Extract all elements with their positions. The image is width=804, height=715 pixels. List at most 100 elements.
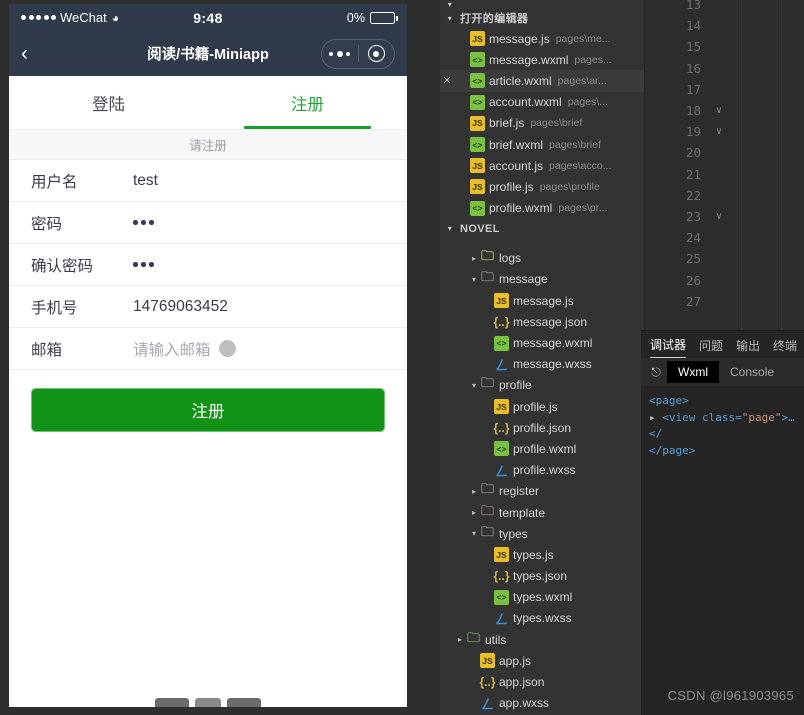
open-editor-item[interactable]: JS brief.js pages\brief: [440, 113, 644, 134]
fold-chevron-icon[interactable]: ∨: [716, 126, 722, 137]
tree-row[interactable]: ▸ 🗀 logs: [440, 248, 644, 269]
tree-row[interactable]: ㄥ message.wxss: [440, 354, 644, 375]
tab-register[interactable]: 注册: [208, 76, 407, 129]
tree-row[interactable]: <> types.wxml: [440, 587, 644, 608]
tree-row[interactable]: ▾ 🗀 types: [440, 523, 644, 544]
file-name: message.js: [513, 293, 574, 308]
debug-tab[interactable]: 输出: [736, 337, 760, 358]
input-email[interactable]: 请输入邮箱: [133, 338, 236, 360]
open-editor-item[interactable]: <> message.wxml pages...: [440, 49, 644, 70]
line-number: 20: [685, 145, 701, 161]
open-editor-item[interactable]: JS message.js pages\me...: [440, 28, 644, 49]
field-row-phone[interactable]: 手机号 14769063452: [9, 286, 407, 328]
file-explorer: ▾ ▾ 打开的编辑器 JS message.js pages\me... <> mess…: [440, 0, 645, 715]
chevron-down-icon: ▾: [447, 0, 453, 8]
project-file-tree: ▸ 🗀 logs ▾ 🗀 message JS message.js {..} message.j…: [440, 248, 644, 714]
tree-row[interactable]: <> message.wxml: [440, 332, 644, 353]
tree-row[interactable]: ㄥ profile.wxss: [440, 460, 644, 481]
explorer-header-cut: ▾: [440, 0, 644, 8]
file-path: pages\me...: [555, 32, 611, 45]
tree-row[interactable]: {..} message.json: [440, 311, 644, 332]
debug-tab[interactable]: 终端: [773, 337, 797, 358]
register-button[interactable]: 注册: [31, 388, 385, 432]
debug-tab[interactable]: 问题: [699, 337, 723, 358]
field-row-username[interactable]: 用户名 test: [9, 160, 407, 202]
tree-row[interactable]: ▸ 🗀 register: [440, 481, 644, 502]
chevron-right-icon[interactable]: ▸: [454, 635, 466, 644]
wechat-capsule[interactable]: [321, 38, 395, 69]
wxml-line-3: </page>: [649, 443, 696, 457]
folder-r-icon: 🗀: [480, 502, 494, 518]
open-editor-item[interactable]: ✕ <> article.wxml pages\ar...: [440, 70, 644, 92]
close-icon[interactable]: ✕: [440, 74, 454, 87]
open-editor-item[interactable]: <> profile.wxml pages\pr...: [440, 198, 644, 219]
element-picker-icon[interactable]: ⎋: [645, 362, 667, 382]
section-project[interactable]: ▾ NOVEL: [440, 219, 644, 239]
fold-chevron-icon[interactable]: ∨: [716, 105, 722, 116]
field-row-confirm-password[interactable]: 确认密码: [9, 244, 407, 286]
tree-row[interactable]: JS profile.js: [440, 396, 644, 417]
tree-row[interactable]: ▸ 🗀 utils: [440, 629, 644, 650]
tree-row[interactable]: JS app.js: [440, 650, 644, 671]
wxml-line-2[interactable]: ▸ <view class="page">…</: [649, 410, 796, 443]
debug-tab[interactable]: 调试器: [650, 336, 687, 358]
tree-row[interactable]: {..} types.json: [440, 566, 644, 587]
chevron-down-icon[interactable]: ▾: [468, 529, 480, 538]
tree-row[interactable]: ㄥ types.wxss: [440, 608, 644, 629]
chevron-down-icon[interactable]: ▾: [468, 275, 480, 284]
chevron-right-icon[interactable]: ▸: [468, 508, 480, 517]
file-name: app.wxss: [499, 696, 550, 711]
file-name: register: [499, 484, 540, 499]
file-name: message.wxss: [513, 357, 592, 372]
back-button[interactable]: ‹: [21, 43, 43, 64]
expand-arrow-icon[interactable]: ▸: [649, 411, 656, 424]
open-editor-item[interactable]: JS profile.js pages\profile: [440, 176, 644, 197]
tree-row[interactable]: ▾ 🗀 profile: [440, 375, 644, 396]
debug-toolbar: ⎋ Wxml Console: [641, 358, 804, 386]
phone-screen: WeChat ◕ 9:48 0% ‹ 阅读/书籍-Miniapp 登陆 注册 请…: [9, 4, 407, 707]
tab-login[interactable]: 登陆: [9, 76, 208, 129]
tree-row[interactable]: <> profile.wxml: [440, 438, 644, 459]
chevron-right-icon[interactable]: ▸: [468, 254, 480, 263]
line-number: 25: [685, 251, 701, 267]
line-number: 22: [685, 187, 701, 203]
input-phone[interactable]: 14769063452: [133, 298, 228, 316]
section-open-editors[interactable]: ▾ 打开的编辑器: [440, 8, 644, 28]
input-username[interactable]: test: [133, 172, 158, 190]
wechat-simulator: WeChat ◕ 9:48 0% ‹ 阅读/书籍-Miniapp 登陆 注册 请…: [0, 0, 440, 715]
input-confirm-password[interactable]: [133, 262, 154, 267]
section-open-editors-label: 打开的编辑器: [460, 13, 529, 25]
input-password[interactable]: [133, 220, 154, 225]
file-name: profile.js: [489, 179, 534, 194]
open-editor-item[interactable]: <> brief.wxml pages\brief: [440, 134, 644, 155]
tree-row[interactable]: JS types.js: [440, 544, 644, 565]
open-editor-item[interactable]: <> account.wxml pages\...: [440, 92, 644, 113]
file-name: types.js: [513, 547, 554, 562]
js-icon: JS: [494, 547, 509, 563]
file-path: pages\acco...: [549, 159, 612, 172]
tree-row[interactable]: {..} app.json: [440, 671, 644, 692]
line-number: 13: [685, 0, 701, 13]
label-password: 密码: [31, 215, 63, 233]
tab-wxml[interactable]: Wxml: [667, 361, 719, 383]
tree-row[interactable]: ㄥ app.wxss: [440, 693, 644, 714]
chevron-right-icon[interactable]: ▸: [468, 487, 480, 496]
editor-edge-line: [741, 0, 742, 340]
fold-chevron-icon[interactable]: ∨: [716, 211, 722, 222]
wxml-tree: <page> ▸ <view class="page">…</ </page>: [641, 386, 804, 466]
chevron-down-icon[interactable]: ▾: [468, 381, 480, 390]
tree-row-hidden: [440, 239, 644, 248]
field-row-email[interactable]: 邮箱 请输入邮箱: [9, 328, 407, 370]
tree-row[interactable]: JS message.js: [440, 290, 644, 311]
more-menu-icon[interactable]: [322, 50, 358, 57]
close-miniapp-icon[interactable]: [359, 45, 395, 62]
line-number: 26: [685, 272, 701, 288]
tree-row[interactable]: {..} profile.json: [440, 417, 644, 438]
tab-console[interactable]: Console: [719, 361, 785, 383]
tree-row[interactable]: ▸ 🗀 template: [440, 502, 644, 523]
open-editor-item[interactable]: JS account.js pages\acco...: [440, 155, 644, 176]
email-placeholder: 请输入邮箱: [133, 341, 211, 359]
field-row-password[interactable]: 密码: [9, 202, 407, 244]
js-icon: JS: [494, 293, 509, 309]
tree-row[interactable]: ▾ 🗀 message: [440, 269, 644, 290]
